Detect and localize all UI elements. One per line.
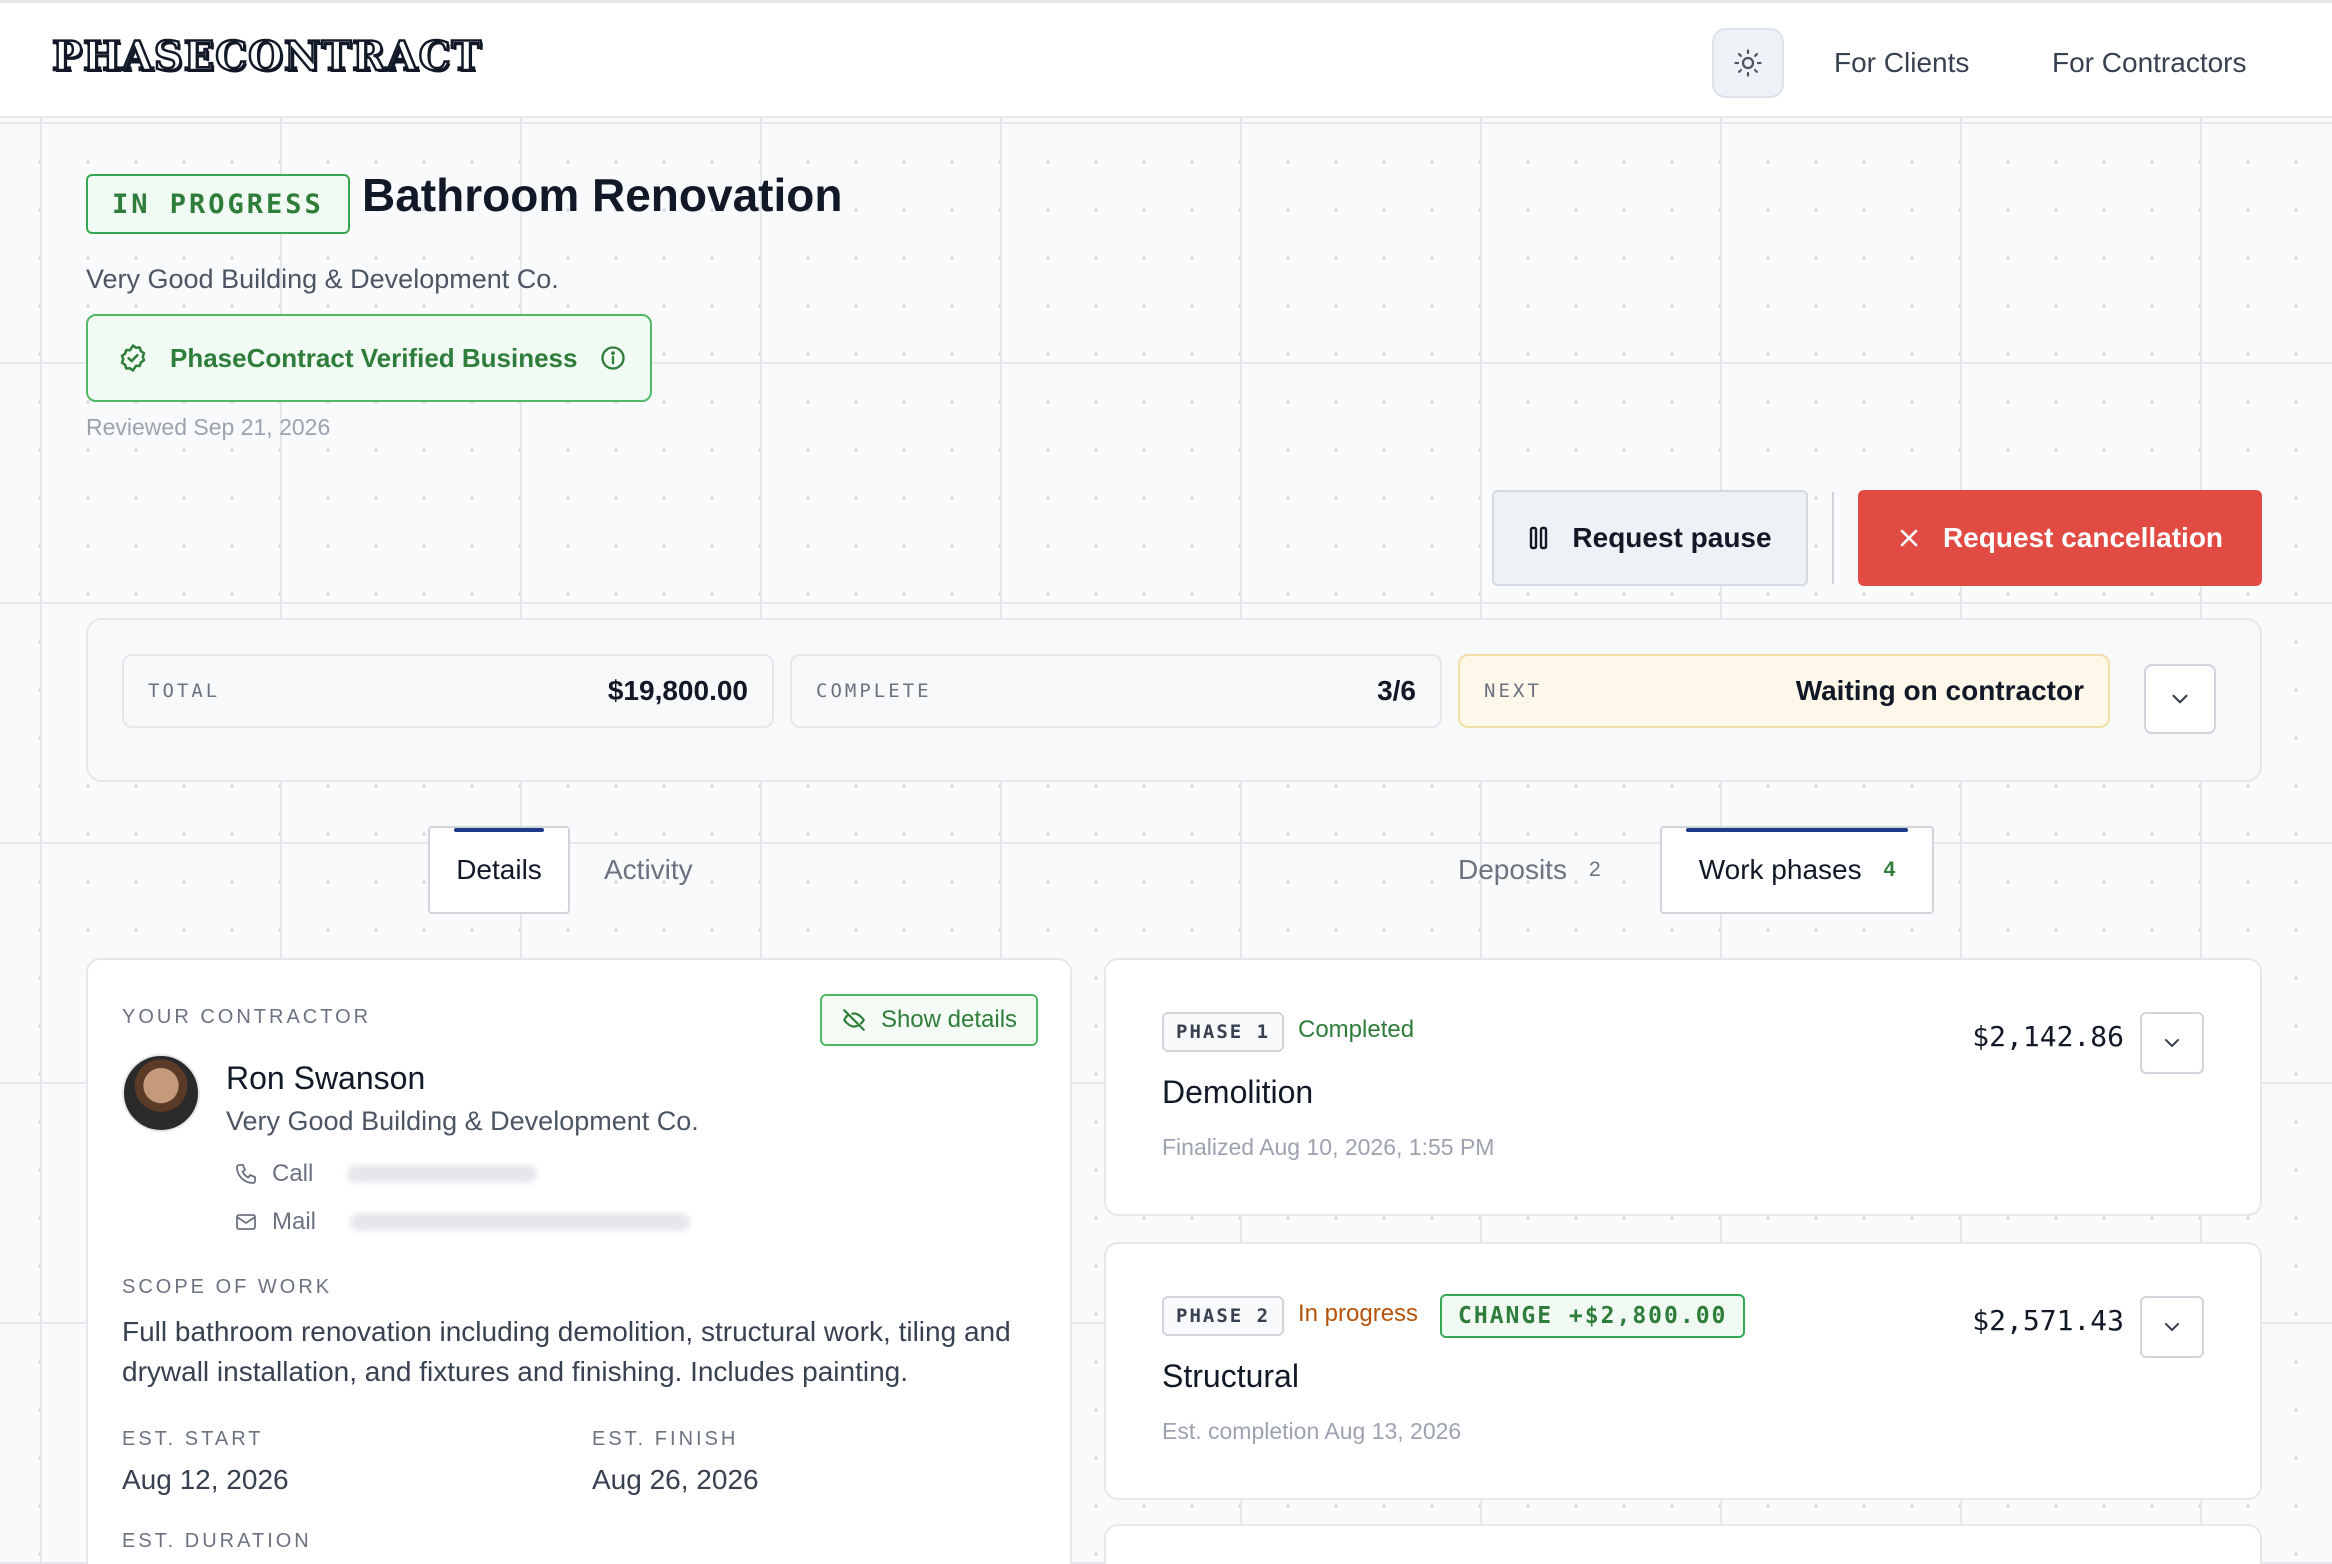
phase-expand-button[interactable] [2140,1012,2204,1074]
verified-label: PhaseContract Verified Business [170,342,578,373]
top-navigation-bar: PHASECONTRACT For Clients For Contractor… [0,0,2332,118]
phase-card[interactable]: PHASE 2 In progress CHANGE +$2,800.00 $2… [1104,1242,2262,1500]
redacted-phone [347,1165,538,1183]
project-page: IN PROGRESS Bathroom Renovation Very Goo… [0,0,2332,1564]
stat-next-value: Waiting on contractor [1795,675,2084,706]
phase-subtitle: Est. completion Aug 13, 2026 [1162,1418,1462,1444]
call-label: Call [272,1160,314,1187]
chevron-down-icon [2165,1323,2179,1331]
stat-complete-label: COMPLETE [816,680,932,702]
close-icon [1900,529,1918,547]
request-pause-label: Request pause [1572,522,1772,553]
contractor-avatar [122,1054,200,1132]
show-details-button[interactable]: Show details [820,994,1038,1046]
est-start-label: EST. START [122,1428,264,1450]
phase-expand-button[interactable] [2140,1296,2204,1358]
tab-deposits[interactable]: Deposits 2 [1458,826,1601,914]
stat-complete: COMPLETE 3/6 [790,654,1442,728]
est-duration-label: EST. DURATION [122,1530,312,1552]
tab-details-label: Details [456,854,542,885]
tab-work-phases-count: 4 [1883,858,1896,881]
verified-badge-icon [120,344,146,372]
mail-icon [236,1214,256,1230]
nav-for-clients[interactable]: For Clients [1834,47,1969,79]
contractor-card: YOUR CONTRACTOR Show details Ron Swanson… [86,958,1072,1564]
stat-total: TOTAL $19,800.00 [122,654,774,728]
stat-total-value: $19,800.00 [607,675,748,706]
tab-work-phases[interactable]: Work phases 4 [1660,826,1934,914]
sun-icon [1734,49,1762,77]
phase-name: Structural [1162,1358,1299,1394]
request-cancellation-label: Request cancellation [1942,522,2224,553]
mail-label: Mail [272,1208,317,1235]
reviewed-date: Reviewed Sep 21, 2026 [86,414,331,440]
eye-off-icon [843,1009,865,1031]
est-finish-value: Aug 26, 2026 [592,1464,759,1495]
tab-deposits-label: Deposits [1458,854,1567,885]
tab-details[interactable]: Details [428,826,570,914]
change-order-badge: CHANGE +$2,800.00 [1440,1294,1746,1338]
phase-name: Demolition [1162,1074,1314,1110]
phase-card-partial[interactable] [1104,1524,2262,1564]
show-details-label: Show details [880,1006,1018,1033]
stat-complete-value: 3/6 [1377,675,1416,706]
chevron-down-icon [2172,694,2188,704]
tab-work-phases-label: Work phases [1698,854,1862,885]
pause-icon [1530,526,1548,550]
contact-call-row[interactable]: Call [234,1160,538,1188]
page-title: Bathroom Renovation [362,169,843,221]
est-finish-label: EST. FINISH [592,1428,739,1450]
phase-status: In progress [1298,1300,1419,1327]
summary-expand-button[interactable] [2144,664,2216,734]
phase-subtitle: Finalized Aug 10, 2026, 1:55 PM [1162,1134,1495,1160]
phase-tag: PHASE 2 [1162,1296,1285,1336]
request-pause-button[interactable]: Request pause [1492,490,1808,586]
phone-icon [236,1164,256,1184]
action-divider [1832,492,1834,584]
phase-status: Completed [1298,1016,1415,1043]
nav-for-contractors[interactable]: For Contractors [2052,47,2247,79]
contractor-section-label: YOUR CONTRACTOR [122,1006,372,1028]
stat-total-label: TOTAL [148,680,221,702]
company-name: Very Good Building & Development Co. [86,264,559,294]
status-badge: IN PROGRESS [86,174,350,234]
stat-next: NEXT Waiting on contractor [1458,654,2110,728]
chevron-down-icon [2165,1039,2179,1047]
redacted-email [350,1213,691,1231]
tab-deposits-count: 2 [1588,858,1601,881]
phase-tag: PHASE 1 [1162,1012,1285,1052]
tab-activity[interactable]: Activity [604,826,693,914]
scope-label: SCOPE OF WORK [122,1276,333,1298]
theme-toggle-button[interactable] [1712,28,1784,98]
contact-mail-row[interactable]: Mail [234,1208,691,1236]
phase-card[interactable]: PHASE 1 Completed $2,142.86 Demolition F… [1104,958,2262,1216]
info-icon[interactable] [599,344,627,372]
request-cancellation-button[interactable]: Request cancellation [1858,490,2262,586]
contractor-name: Ron Swanson [226,1060,426,1096]
phase-amount: $2,571.43 [1972,1304,2124,1337]
phasecontract-logo[interactable]: PHASECONTRACT [51,32,483,82]
est-start-value: Aug 12, 2026 [122,1464,289,1495]
tab-activity-label: Activity [604,854,693,885]
stat-next-label: NEXT [1484,680,1542,702]
scope-text: Full bathroom renovation including demol… [122,1316,1011,1387]
contractor-company: Very Good Building & Development Co. [226,1106,699,1136]
verified-business-badge[interactable]: PhaseContract Verified Business [86,314,652,402]
project-summary-card: TOTAL $19,800.00 COMPLETE 3/6 NEXT Waiti… [86,618,2262,782]
phase-amount: $2,142.86 [1972,1020,2124,1053]
